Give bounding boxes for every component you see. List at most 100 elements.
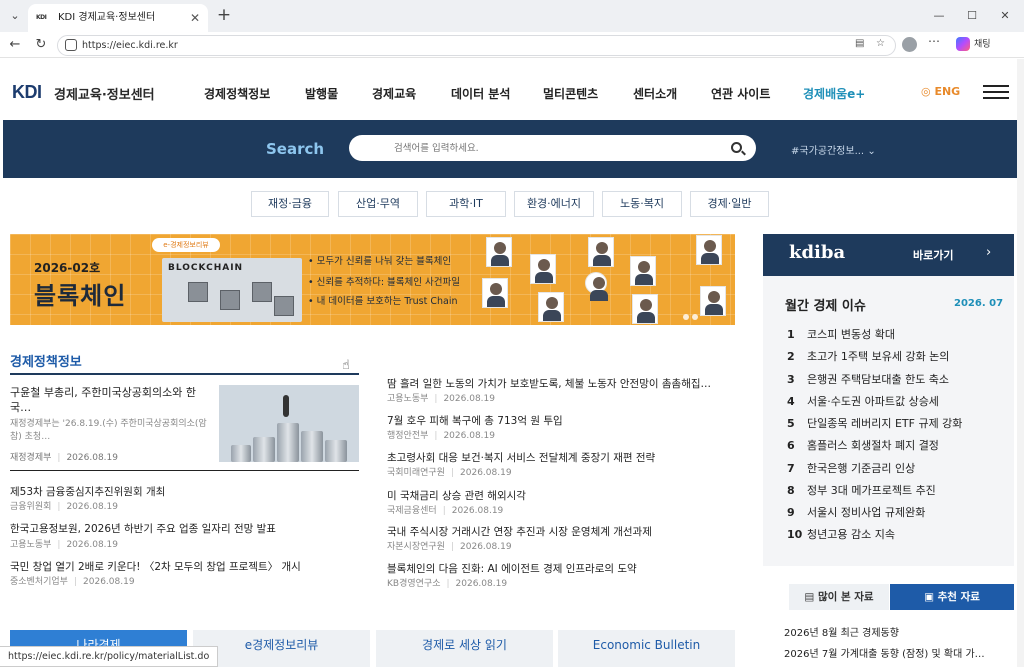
policy-item[interactable]: 국민 창업 열기 2배로 키운다! 〈2차 모두의 창업 프로젝트〉 개시 bbox=[10, 559, 359, 574]
policy-meta: 고용노동부 | 2026.08.19 bbox=[10, 540, 118, 550]
monthly-issues-date: 2026. 07 bbox=[954, 298, 1004, 309]
issue-item[interactable]: 8 정부 3대 메가프로젝트 추진 bbox=[787, 482, 936, 498]
nav-multicontents[interactable]: 멀티콘텐츠 bbox=[543, 85, 598, 102]
policy-item[interactable]: 한국고용정보원, 2026년 하반기 주요 업종 일자리 전망 발표 bbox=[10, 521, 359, 536]
maximize-icon[interactable]: ☐ bbox=[961, 6, 983, 26]
category-general[interactable]: 경제·일반 bbox=[690, 191, 769, 217]
tab-close-icon[interactable]: ✕ bbox=[190, 4, 200, 32]
tab-recommended[interactable]: ▣ 추천 자료 bbox=[890, 584, 1014, 610]
banner-bullet: 내 데이터를 보호하는 Trust Chain bbox=[308, 293, 458, 307]
monthly-issues-panel: 월간 경제 이슈 2026. 07 1 코스피 변동성 확대 2 초고가 1주택 보… bbox=[763, 276, 1014, 566]
category-industry[interactable]: 산업·무역 bbox=[338, 191, 418, 217]
site-header: KDI 경제교육·정보센터 경제정책정보 발행물 경제교육 데이터 분석 멀티콘… bbox=[0, 59, 1024, 120]
featured-meta: 재정경제부 | 2026.08.19 bbox=[10, 453, 118, 463]
featured-title[interactable]: 구윤철 부총리, 주한미국상공회의소와 한국… bbox=[10, 385, 210, 415]
cube-icon bbox=[188, 282, 208, 302]
policy-meta: 자본시장연구원 | 2026.08.19 bbox=[387, 542, 512, 552]
tab-popular[interactable]: ▤ 많이 본 자료 bbox=[789, 584, 889, 610]
profile-avatar-icon[interactable] bbox=[902, 37, 917, 52]
kdi-favicon-icon: KDI bbox=[36, 14, 47, 21]
logo-subtitle[interactable]: 경제교육·정보센터 bbox=[54, 84, 155, 103]
tab-read-world[interactable]: 경제로 세상 읽기 bbox=[376, 630, 553, 667]
more-dots-icon[interactable]: ⋯ bbox=[928, 34, 940, 48]
policy-meta: 국제금융센터 | 2026.08.19 bbox=[387, 506, 504, 516]
minimize-icon[interactable]: — bbox=[928, 6, 950, 26]
portrait-image bbox=[538, 292, 564, 322]
nav-policy[interactable]: 경제정책정보 bbox=[204, 85, 270, 102]
reload-icon[interactable]: ↻ bbox=[32, 36, 50, 54]
banner-issue: 2026-02호 bbox=[34, 261, 101, 275]
policy-meta: 중소벤처기업부 | 2026.08.19 bbox=[10, 577, 135, 587]
category-science[interactable]: 과학·IT bbox=[426, 191, 506, 217]
banner-brand: e-경제정보리뷰 bbox=[152, 238, 220, 252]
category-environment[interactable]: 환경·에너지 bbox=[514, 191, 594, 217]
tab-list-chevron-icon[interactable]: ⌄ bbox=[6, 8, 24, 24]
favorite-star-icon[interactable]: ☆ bbox=[876, 38, 885, 49]
nav-about[interactable]: 센터소개 bbox=[633, 85, 677, 102]
policy-section-title[interactable]: 경제정책정보 bbox=[10, 351, 82, 370]
policy-item[interactable]: 미 국채금리 상승 관련 해외시각 bbox=[387, 488, 735, 503]
portrait-image bbox=[588, 237, 614, 267]
issue-item[interactable]: 5 단일종목 레버리지 ETF 규제 강화 bbox=[787, 415, 962, 431]
copilot-chat-button[interactable]: 채팅 bbox=[956, 37, 991, 53]
lang-toggle[interactable]: ◎ ENG bbox=[921, 85, 960, 98]
reco-item[interactable]: 2026년 8월 최근 경제동향 bbox=[784, 624, 899, 639]
portrait-image bbox=[530, 254, 556, 284]
site-info-icon[interactable] bbox=[65, 39, 77, 51]
featured-coins-image[interactable] bbox=[219, 385, 359, 462]
portrait-image bbox=[700, 286, 726, 316]
search-icon[interactable] bbox=[731, 142, 742, 153]
tab-e-review[interactable]: e경제정보리뷰 bbox=[193, 630, 370, 667]
policy-item[interactable]: 초고령사회 대응 보건·복지 서비스 전달체계 중장기 재편 전략 bbox=[387, 450, 735, 465]
hashtag-dropdown[interactable]: #국가공간정보... ⌄ bbox=[791, 142, 876, 157]
issue-item[interactable]: 3 은행권 주택담보대출 한도 축소 bbox=[787, 371, 949, 387]
policy-item[interactable]: 블록체인의 다음 진화: AI 에이전트 경제 인프라로의 도약 bbox=[387, 561, 735, 576]
policy-item[interactable]: 땀 흘려 일한 노동의 가치가 보호받도록, 체불 노동자 안전망이 촘촘해집… bbox=[387, 376, 735, 391]
category-finance[interactable]: 재정·금융 bbox=[251, 191, 329, 217]
tab-title: KDI 경제교육·정보센터 bbox=[58, 12, 156, 23]
reader-mode-icon[interactable]: ▤ bbox=[855, 38, 864, 49]
banner-pager[interactable] bbox=[683, 305, 701, 324]
policy-item[interactable]: 국내 주식시장 거래시간 연장 추진과 시장 운영체계 개선과제 bbox=[387, 524, 735, 539]
close-window-icon[interactable]: ✕ bbox=[994, 6, 1016, 26]
portrait-image bbox=[632, 294, 658, 324]
cube-icon bbox=[274, 296, 294, 316]
category-labor[interactable]: 노동·복지 bbox=[602, 191, 682, 217]
url-text: https://eiec.kdi.re.kr bbox=[82, 40, 178, 51]
nav-publications[interactable]: 발행물 bbox=[305, 85, 338, 102]
search-label: Search bbox=[266, 140, 325, 158]
nav-related-sites[interactable]: 연관 사이트 bbox=[711, 85, 770, 102]
issue-item[interactable]: 10 청년고용 감소 지속 bbox=[787, 526, 895, 542]
issue-item[interactable]: 1 코스피 변동성 확대 bbox=[787, 326, 895, 342]
list-icon: ▤ bbox=[804, 591, 818, 603]
back-arrow-icon[interactable]: ← bbox=[6, 36, 24, 54]
banner-title: 블록체인 bbox=[34, 282, 127, 310]
new-tab-icon[interactable]: + bbox=[214, 6, 234, 26]
hamburger-menu-icon[interactable] bbox=[983, 85, 1009, 99]
banner-bullet: 신뢰를 추적하다: 블록체인 사건파일 bbox=[308, 274, 460, 288]
recommend-panel: ▤ 많이 본 자료 ▣ 추천 자료 2026년 8월 최근 경제동향 2026년… bbox=[763, 580, 1014, 667]
tab-economic-bulletin[interactable]: Economic Bulletin bbox=[558, 630, 735, 667]
nav-data-analysis[interactable]: 데이터 분석 bbox=[451, 85, 510, 102]
lock-icon bbox=[585, 272, 608, 301]
section-underline bbox=[10, 373, 359, 375]
nav-education[interactable]: 경제교육 bbox=[372, 85, 416, 102]
kdiba-link[interactable]: kdiba 바로가기 › bbox=[763, 234, 1014, 276]
reco-item[interactable]: 2026년 7월 가계대출 동향 (잠정) 및 확대 가… bbox=[784, 645, 985, 660]
kdiba-go-label: 바로가기 bbox=[913, 249, 954, 262]
cube-icon bbox=[220, 290, 240, 310]
page-scrollbar[interactable] bbox=[1017, 59, 1024, 667]
issue-item[interactable]: 7 한국은행 기준금리 인상 bbox=[787, 460, 915, 476]
url-input[interactable]: https://eiec.kdi.re.kr ▤ ☆ bbox=[57, 35, 896, 56]
policy-item[interactable]: 7월 호우 피해 복구에 총 713억 원 투입 bbox=[387, 413, 735, 428]
feature-banner[interactable]: 2026-02호 블록체인 e-경제정보리뷰 BLOCKCHAIN 모두가 신뢰… bbox=[10, 234, 735, 325]
issue-item[interactable]: 6 홈플러스 회생절차 폐지 결정 bbox=[787, 437, 939, 453]
issue-item[interactable]: 2 초고가 1주택 보유세 강화 논의 bbox=[787, 348, 949, 364]
kdi-logo[interactable]: KDI bbox=[12, 82, 42, 103]
issue-item[interactable]: 9 서울시 정비사업 규제완화 bbox=[787, 504, 925, 520]
policy-item[interactable]: 제53차 금융중심지추진위원회 개최 bbox=[10, 484, 359, 499]
nav-econ-learning[interactable]: 경제배움e+ bbox=[803, 85, 865, 102]
browser-tab[interactable]: KDI KDI 경제교육·정보센터 ✕ bbox=[28, 4, 208, 32]
search-input[interactable] bbox=[349, 135, 756, 161]
issue-item[interactable]: 4 서울·수도권 아파트값 상승세 bbox=[787, 393, 939, 409]
